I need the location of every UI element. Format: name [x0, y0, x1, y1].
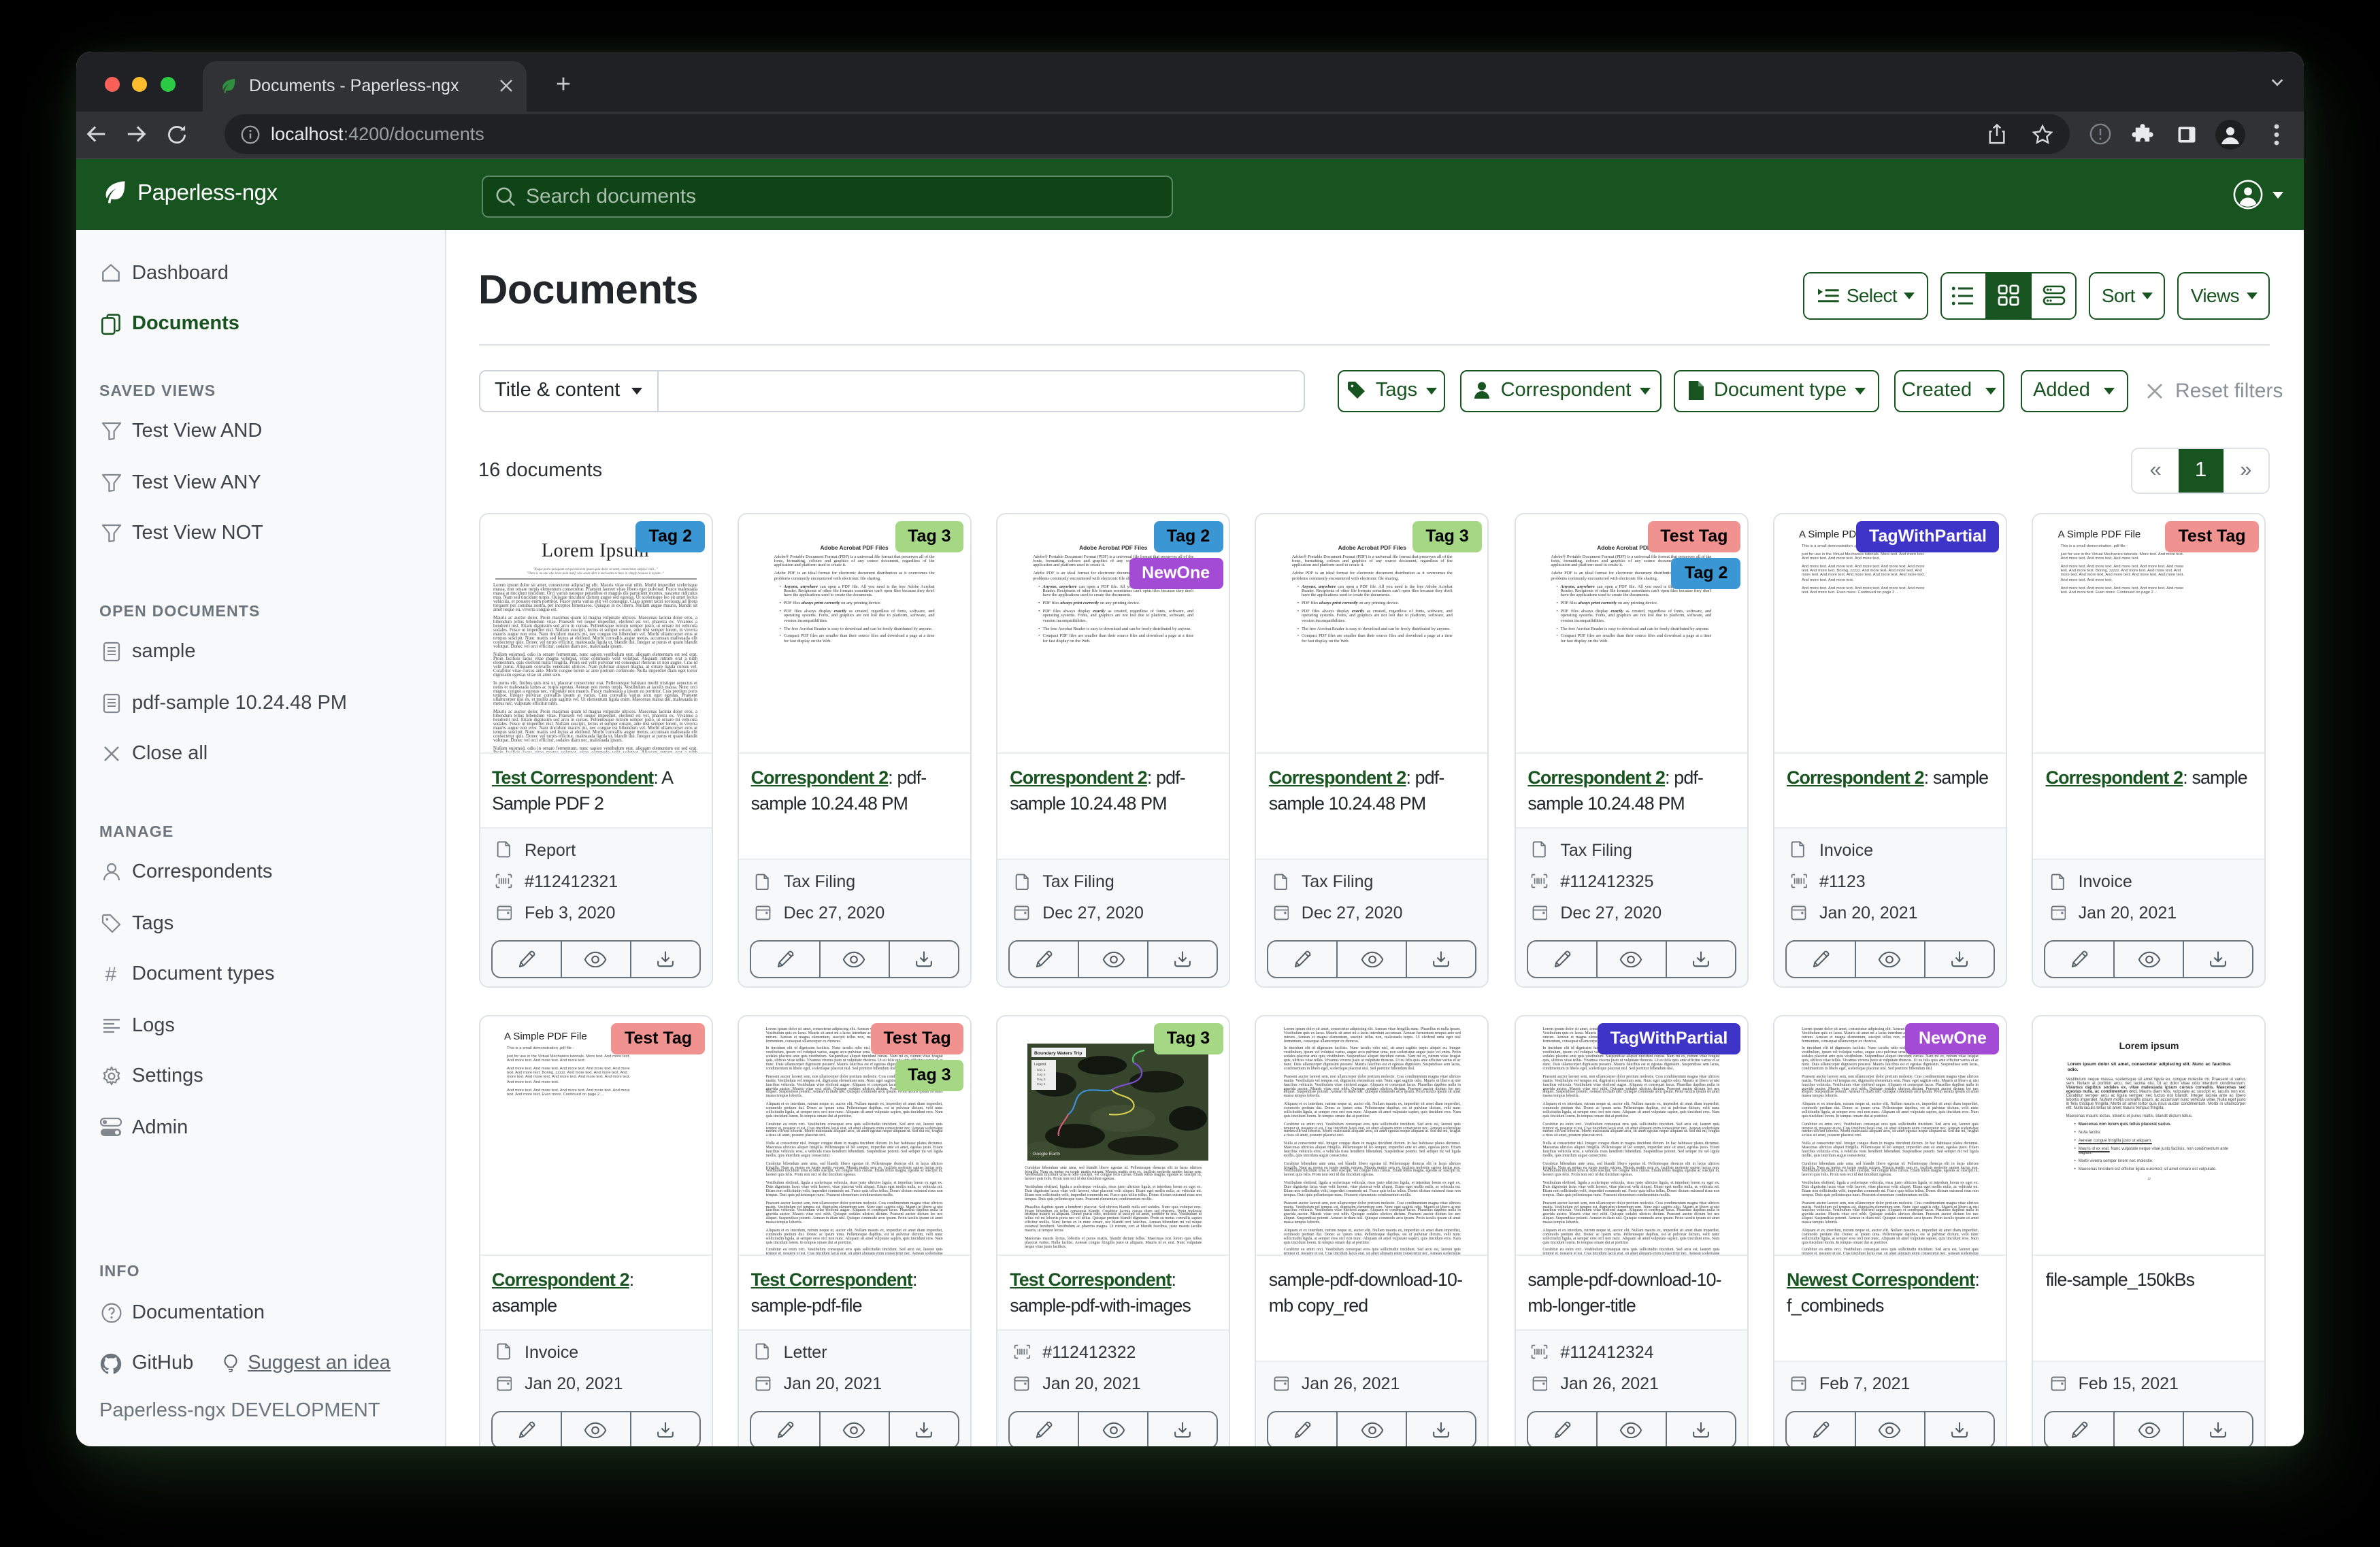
svg-text:Day 2: Day 2 — [1036, 1072, 1045, 1076]
svg-text:Legend: Legend — [1034, 1062, 1045, 1066]
svg-text:Day 1: Day 1 — [1036, 1067, 1045, 1071]
svg-text:Google Earth: Google Earth — [1032, 1151, 1059, 1156]
svg-text:Day 4: Day 4 — [1036, 1082, 1045, 1086]
svg-text:Boundary Waters Trip: Boundary Waters Trip — [1034, 1050, 1081, 1055]
svg-text:Day 3: Day 3 — [1036, 1077, 1045, 1081]
